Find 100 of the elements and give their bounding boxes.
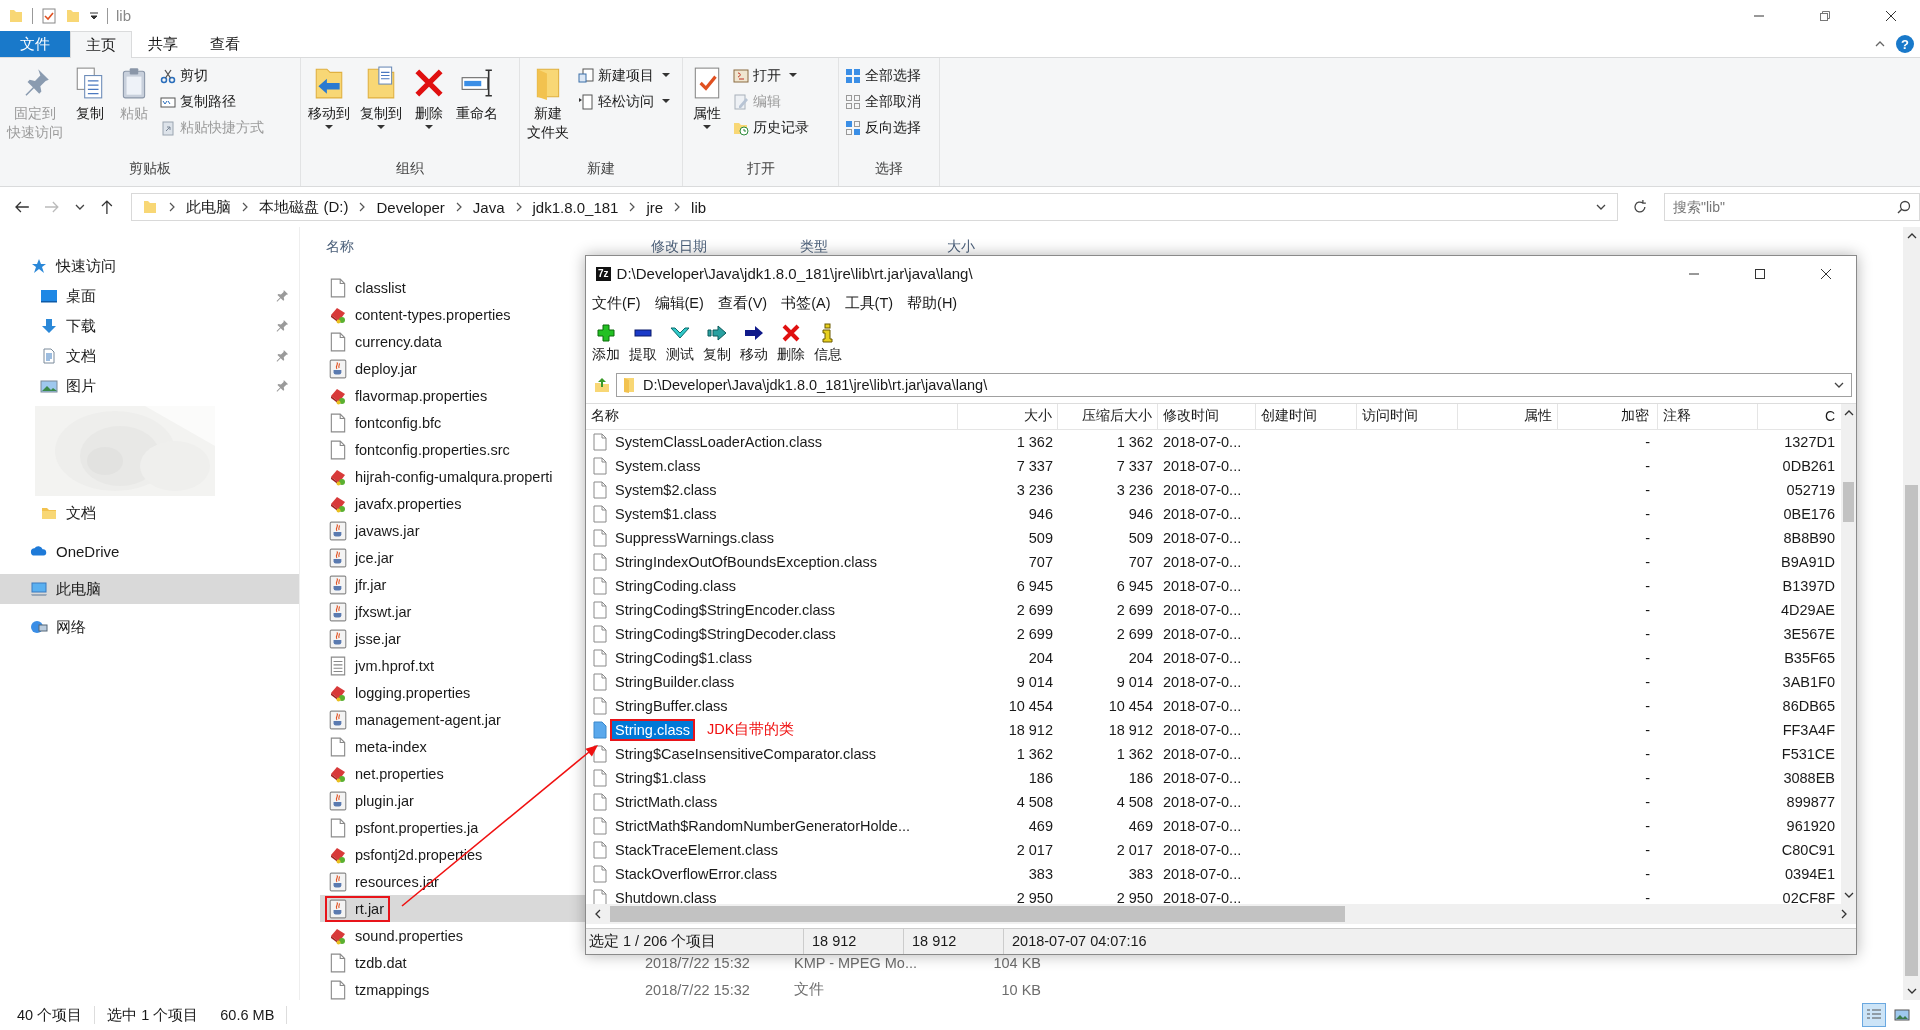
size-cell: 204 [1028, 649, 1053, 666]
encrypted-cell: - [1645, 793, 1650, 810]
encrypted-cell: - [1645, 841, 1650, 858]
file-name: jvm.hprof.txt [355, 657, 434, 674]
type-cell: 文件 [794, 981, 824, 997]
crc-cell: 961920 [1786, 817, 1835, 834]
packed-size-cell: 186 [1128, 769, 1153, 786]
size-cell: 10 454 [1008, 697, 1053, 714]
crc-cell: 899877 [1786, 793, 1835, 810]
file-name: classlist [355, 279, 406, 296]
size-cell: 2 699 [1016, 625, 1053, 642]
encrypted-cell: - [1645, 625, 1650, 642]
date-cell: 2018/7/22 15:32 [645, 981, 750, 998]
encrypted-cell: - [1645, 817, 1650, 834]
crc-cell: 8B8B90 [1783, 529, 1835, 546]
packed-size-cell: 7 337 [1116, 457, 1153, 474]
size-cell: 104 KB [993, 954, 1041, 971]
file-name: currency.data [355, 333, 442, 350]
date-cell: 2018-07-0... [1163, 505, 1242, 522]
encrypted-cell: - [1645, 601, 1650, 618]
annotation-text: JDK自带的类 [706, 720, 795, 740]
crc-cell: 02CF8F [1782, 889, 1835, 904]
packed-size-cell: 9 014 [1116, 673, 1153, 690]
selection-count: 选中 1 个项目 [107, 1005, 199, 1025]
date-cell: 2018/7/22 15:32 [645, 954, 750, 971]
file-name: javafx.properties [355, 495, 462, 512]
crc-cell: B9A91D [1781, 553, 1835, 570]
file-name: tzmappings [355, 981, 430, 998]
size-cell: 1 362 [1016, 433, 1053, 450]
size-cell: 509 [1028, 529, 1053, 546]
date-cell: 2018-07-0... [1163, 865, 1242, 882]
file-name: fontconfig.properties.src [355, 441, 510, 458]
encrypted-cell: - [1645, 697, 1650, 714]
encrypted-cell: - [1645, 553, 1650, 570]
date-cell: 2018-07-0... [1163, 721, 1242, 738]
size-cell: 707 [1028, 553, 1053, 570]
status-text: 18 912 [804, 928, 904, 954]
date-cell: 2018-07-0... [1163, 529, 1242, 546]
crc-cell: F531CE [1781, 745, 1835, 762]
crc-cell: 052719 [1786, 481, 1835, 498]
date-cell: 2018-07-0... [1163, 577, 1242, 594]
packed-size-cell: 2 017 [1116, 841, 1153, 858]
size-cell: 946 [1028, 505, 1053, 522]
packed-size-cell: 707 [1128, 553, 1153, 570]
packed-size-cell: 2 950 [1116, 889, 1153, 904]
crc-cell: 0BE176 [1783, 505, 1835, 522]
file-name: tzdb.dat [355, 954, 407, 971]
file-name: psfont.properties.ja [355, 819, 479, 836]
packed-size-cell: 1 362 [1116, 433, 1153, 450]
file-name: fontconfig.bfc [355, 414, 442, 431]
packed-size-cell: 2 699 [1116, 601, 1153, 618]
date-cell: 2018-07-0... [1163, 889, 1242, 904]
file-name: logging.properties [355, 684, 471, 701]
size-cell: 10 KB [1001, 981, 1041, 998]
encrypted-cell: - [1645, 457, 1650, 474]
packed-size-cell: 1 362 [1116, 745, 1153, 762]
encrypted-cell: - [1645, 745, 1650, 762]
file-name: jce.jar [355, 549, 394, 566]
size-cell: 9 014 [1016, 673, 1053, 690]
file-name: jfr.jar [355, 576, 387, 593]
item-count: 40 个项目 [17, 1005, 83, 1025]
file-name: hijrah-config-umalqura.properti [355, 468, 553, 485]
date-cell: 2018-07-0... [1163, 817, 1242, 834]
encrypted-cell: - [1645, 577, 1650, 594]
encrypted-cell: - [1645, 433, 1650, 450]
encrypted-cell: - [1645, 649, 1650, 666]
file-name: net.properties [355, 765, 444, 782]
size-cell: 469 [1028, 817, 1053, 834]
file-name: jsse.jar [355, 630, 401, 647]
file-name: jfxswt.jar [355, 603, 412, 620]
crc-cell: 1327D1 [1784, 433, 1835, 450]
packed-size-cell: 2 699 [1116, 625, 1153, 642]
encrypted-cell: - [1645, 769, 1650, 786]
encrypted-cell: - [1645, 673, 1650, 690]
size-cell: 18 912 [1008, 721, 1053, 738]
group-label: 组织 [395, 160, 425, 178]
status-text: 18 912 [904, 928, 1004, 954]
date-cell: 2018-07-0... [1163, 553, 1242, 570]
type-cell: KMP - MPEG Mo... [794, 954, 917, 971]
file-name: content-types.properties [355, 306, 511, 323]
date-cell: 2018-07-0... [1163, 697, 1242, 714]
date-cell: 2018-07-0... [1163, 481, 1242, 498]
crc-cell: 3AB1F0 [1782, 673, 1835, 690]
date-cell: 2018-07-0... [1163, 769, 1242, 786]
crc-cell: C80C91 [1781, 841, 1835, 858]
file-name: flavormap.properties [355, 387, 488, 404]
group-label: 打开 [745, 160, 776, 178]
selection-size: 60.6 MB [220, 1007, 275, 1023]
crc-cell: B35F65 [1784, 649, 1835, 666]
file-name: management-agent.jar [355, 711, 501, 728]
size-cell: 4 508 [1016, 793, 1053, 810]
size-cell: 2 950 [1016, 889, 1053, 904]
file-name: javaws.jar [355, 522, 420, 539]
packed-size-cell: 3 236 [1116, 481, 1153, 498]
size-cell: 2 699 [1016, 601, 1053, 618]
crc-cell: FF3A4F [1782, 721, 1835, 738]
packed-size-cell: 6 945 [1116, 577, 1153, 594]
encrypted-cell: - [1645, 529, 1650, 546]
size-cell: 2 017 [1016, 841, 1053, 858]
date-cell: 2018-07-0... [1163, 841, 1242, 858]
